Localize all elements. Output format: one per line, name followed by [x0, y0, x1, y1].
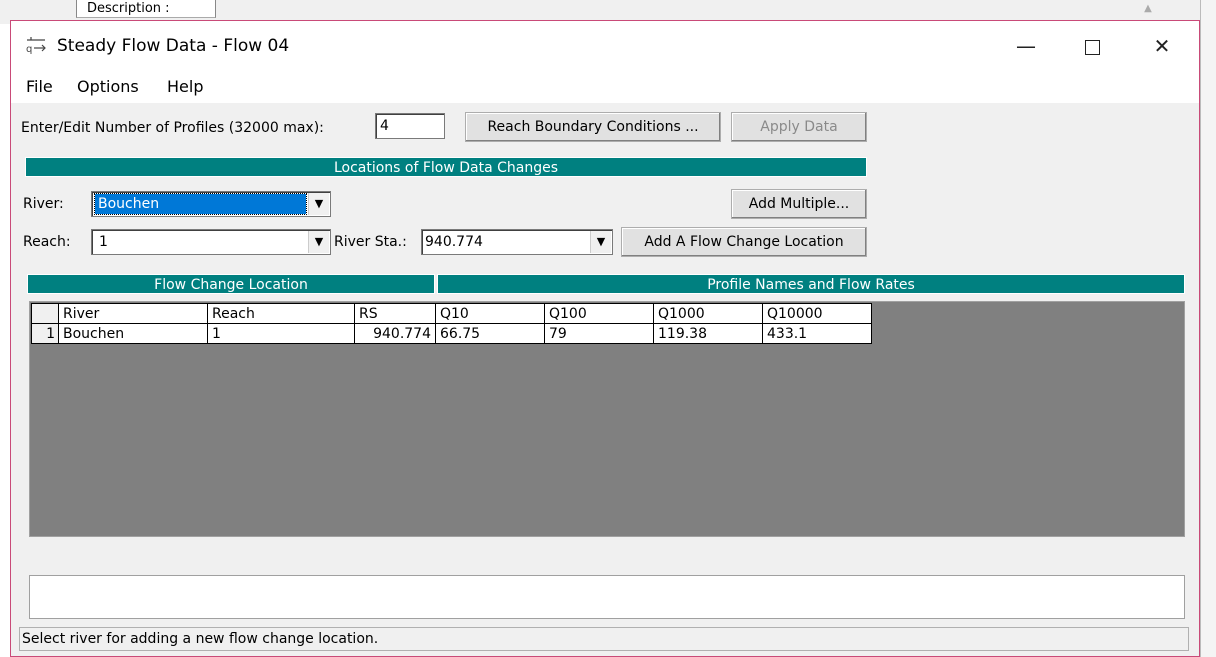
- cell-q1000[interactable]: 119.38: [653, 323, 763, 344]
- steady-flow-data-window: q Steady Flow Data - Flow 04 — ✕ File Op…: [10, 20, 1200, 657]
- cell-q10000[interactable]: 433.1: [762, 323, 872, 344]
- river-station-label: River Sta.:: [334, 234, 407, 250]
- column-header-q10000[interactable]: Q10000: [762, 303, 872, 324]
- close-button[interactable]: ✕: [1139, 21, 1185, 71]
- locations-header: Locations of Flow Data Changes: [25, 157, 867, 177]
- flow-change-location-header: Flow Change Location: [27, 274, 435, 294]
- column-header-rs[interactable]: RS: [354, 303, 436, 324]
- apply-data-button[interactable]: Apply Data: [731, 112, 867, 142]
- reach-select-value: 1: [99, 234, 108, 250]
- chevron-down-icon[interactable]: ▼: [590, 231, 611, 253]
- menu-file[interactable]: File: [26, 71, 53, 103]
- profiles-count-input[interactable]: 4: [375, 113, 445, 139]
- maximize-button[interactable]: [1069, 21, 1115, 71]
- cell-q10[interactable]: 66.75: [435, 323, 545, 344]
- menu-bar: File Options Help: [11, 71, 1199, 103]
- cell-q100[interactable]: 79: [544, 323, 654, 344]
- column-header-river[interactable]: River: [58, 303, 208, 324]
- column-header-q100[interactable]: Q100: [544, 303, 654, 324]
- cell-reach[interactable]: 1: [207, 323, 355, 344]
- minimize-button[interactable]: —: [1003, 21, 1049, 71]
- menu-help[interactable]: Help: [167, 71, 203, 103]
- grid-corner-cell[interactable]: [31, 303, 59, 324]
- reach-select[interactable]: 1 ▼: [91, 229, 331, 255]
- chevron-down-icon[interactable]: ▼: [308, 193, 329, 215]
- reach-boundary-conditions-button[interactable]: Reach Boundary Conditions ...: [465, 112, 721, 142]
- river-station-select[interactable]: 940.774 ▼: [421, 229, 613, 255]
- column-header-q1000[interactable]: Q1000: [653, 303, 763, 324]
- river-select[interactable]: Bouchen ▼: [91, 191, 331, 217]
- background-scroll-up-icon[interactable]: ▲: [1136, 0, 1160, 18]
- table-header-row: River Reach RS Q10 Q100 Q1000 Q10000: [31, 303, 872, 324]
- river-station-select-value: 940.774: [425, 234, 483, 250]
- background-window-edge: [1200, 0, 1216, 657]
- menu-options[interactable]: Options: [77, 71, 139, 103]
- app-flow-icon: q: [25, 37, 47, 55]
- description-text-box[interactable]: [29, 575, 1185, 619]
- chevron-down-icon[interactable]: ▼: [308, 231, 329, 253]
- title-bar[interactable]: q Steady Flow Data - Flow 04 — ✕: [11, 21, 1199, 71]
- profiles-count-label: Enter/Edit Number of Profiles (32000 max…: [21, 120, 324, 136]
- cell-river[interactable]: Bouchen: [58, 323, 208, 344]
- row-number[interactable]: 1: [31, 323, 59, 344]
- river-label: River:: [23, 196, 64, 212]
- status-bar: Select river for adding a new flow chang…: [19, 627, 1189, 651]
- window-title: Steady Flow Data - Flow 04: [57, 36, 290, 56]
- svg-text:q: q: [26, 44, 32, 55]
- cell-rs[interactable]: 940.774: [354, 323, 436, 344]
- profile-names-flow-rates-header: Profile Names and Flow Rates: [437, 274, 1185, 294]
- add-flow-change-location-button[interactable]: Add A Flow Change Location: [621, 227, 867, 257]
- flow-data-grid[interactable]: River Reach RS Q10 Q100 Q1000 Q10000 1 B…: [29, 301, 1185, 537]
- river-select-value: Bouchen: [94, 193, 307, 215]
- reach-label: Reach:: [23, 234, 71, 250]
- add-multiple-button[interactable]: Add Multiple...: [731, 189, 867, 219]
- maximize-icon: [1084, 40, 1100, 55]
- background-description-label: Description :: [76, 0, 216, 18]
- column-header-reach[interactable]: Reach: [207, 303, 355, 324]
- table-row: 1 Bouchen 1 940.774 66.75 79 119.38 433.…: [31, 323, 872, 344]
- flow-data-table: River Reach RS Q10 Q100 Q1000 Q10000 1 B…: [31, 303, 872, 344]
- column-header-q10[interactable]: Q10: [435, 303, 545, 324]
